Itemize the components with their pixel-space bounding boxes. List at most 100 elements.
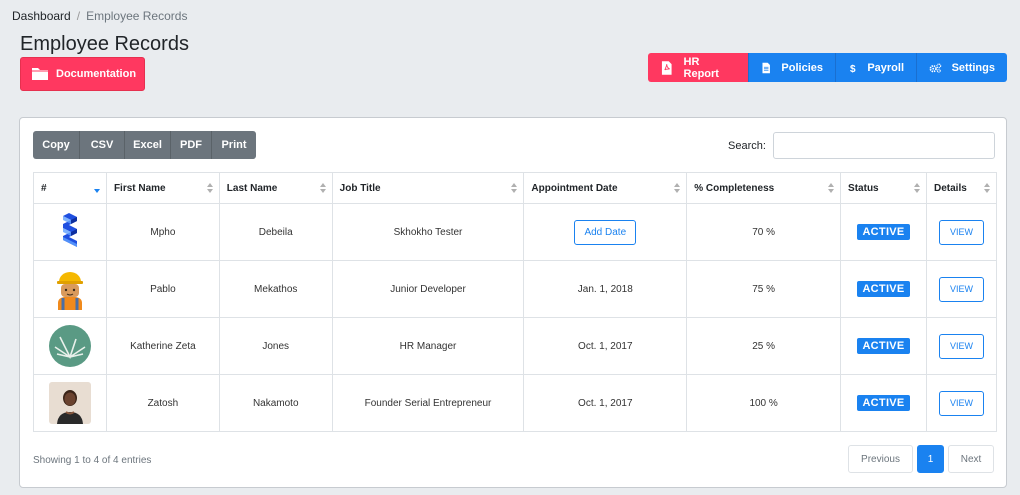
pdf-file-icon <box>661 60 672 75</box>
column-header-appointment-date[interactable]: Appointment Date <box>523 172 688 204</box>
csv-button[interactable]: CSV <box>80 131 125 159</box>
first-name-cell: Zatosh <box>105 374 220 432</box>
export-button-group: Copy CSV Excel PDF Print <box>33 131 256 159</box>
status-badge: ACTIVE <box>857 224 910 240</box>
copy-button[interactable]: Copy <box>33 131 80 159</box>
add-date-button[interactable]: Add Date <box>574 219 637 245</box>
hr-report-button[interactable]: HR Report <box>648 53 748 82</box>
dollar-icon: $ <box>850 63 856 74</box>
search-area: Search: <box>728 132 995 159</box>
view-button[interactable]: VIEW <box>938 390 984 416</box>
job-title-cell: HR Manager <box>331 317 525 375</box>
print-button[interactable]: Print <box>212 131 256 159</box>
first-name-cell: Katherine Zeta <box>105 317 220 375</box>
document-icon <box>762 62 770 73</box>
sort-icon <box>206 183 213 193</box>
avatar-cell <box>33 317 107 375</box>
column-header-job-title[interactable]: Job Title <box>331 172 525 204</box>
status-badge: ACTIVE <box>857 395 910 411</box>
payroll-label: Payroll <box>867 61 904 74</box>
breadcrumb-separator: / <box>76 9 81 23</box>
breadcrumb: Dashboard / Employee Records <box>12 9 187 23</box>
job-title-cell: Founder Serial Entrepreneur <box>331 374 525 432</box>
table-row: Katherine Zeta Jones HR Manager Oct. 1, … <box>33 317 998 375</box>
breadcrumb-dashboard-link[interactable]: Dashboard <box>12 9 71 23</box>
avatar-cell <box>33 260 107 318</box>
breadcrumb-current: Employee Records <box>86 9 188 23</box>
documentation-button-label: Documentation <box>56 68 137 80</box>
status-badge: ACTIVE <box>857 338 910 354</box>
settings-button[interactable]: Settings <box>916 53 1007 82</box>
column-header-status[interactable]: Status <box>840 172 927 204</box>
last-name-cell: Nakamoto <box>218 374 333 432</box>
completeness-cell: 100 % <box>686 374 842 432</box>
completeness-cell: 70 % <box>686 203 842 261</box>
policies-label: Policies <box>781 61 823 74</box>
previous-page-button[interactable]: Previous <box>848 445 913 473</box>
search-input[interactable] <box>772 132 995 159</box>
table-info: Showing 1 to 4 of 4 entries <box>33 455 152 466</box>
view-button[interactable]: VIEW <box>938 219 984 245</box>
gears-icon <box>929 62 942 73</box>
column-header-completeness[interactable]: % Completeness <box>686 172 842 204</box>
completeness-cell: 75 % <box>686 260 842 318</box>
status-cell: ACTIVE <box>840 374 927 432</box>
aloe-plant-avatar-icon <box>48 325 91 367</box>
column-header-status-label: Status <box>848 182 879 194</box>
svg-text:$: $ <box>850 63 856 74</box>
job-title-cell: Skhokho Tester <box>331 203 525 261</box>
sort-icon <box>674 183 681 193</box>
sort-icon <box>828 183 835 193</box>
details-cell: VIEW <box>925 317 998 375</box>
status-badge: ACTIVE <box>857 281 910 297</box>
details-cell: VIEW <box>925 203 998 261</box>
documentation-button[interactable]: Documentation <box>20 57 145 91</box>
settings-label: Settings <box>951 61 995 74</box>
appointment-date-cell: Oct. 1, 2017 <box>523 374 688 432</box>
appointment-date-cell: Oct. 1, 2017 <box>523 317 688 375</box>
avatar-cell <box>33 203 107 261</box>
view-button[interactable]: VIEW <box>938 333 984 359</box>
sort-descending-icon <box>93 183 100 193</box>
policies-button[interactable]: Policies <box>748 53 835 82</box>
column-header-first-name[interactable]: First Name <box>105 172 220 204</box>
first-name-cell: Pablo <box>105 260 220 318</box>
sort-icon <box>913 183 920 193</box>
last-name-cell: Mekathos <box>218 260 333 318</box>
view-button[interactable]: VIEW <box>938 276 984 302</box>
page-title: Employee Records <box>20 33 189 55</box>
column-header-number[interactable]: # <box>33 172 107 204</box>
top-action-group: HR Report Policies $ Payroll Settings <box>648 53 1007 82</box>
folder-icon <box>32 68 48 80</box>
last-name-cell: Jones <box>218 317 333 375</box>
construction-worker-avatar-icon <box>56 272 83 310</box>
table-row: Pablo Mekathos Junior Developer Jan. 1, … <box>33 260 998 318</box>
page-1-button[interactable]: 1 <box>917 445 944 473</box>
column-header-last-name[interactable]: Last Name <box>218 172 333 204</box>
completeness-cell: 25 % <box>686 317 842 375</box>
table-row: Zatosh Nakamoto Founder Serial Entrepren… <box>33 374 998 432</box>
employee-records-card: Copy CSV Excel PDF Print Search: # First… <box>19 117 1007 488</box>
column-header-completeness-label: % Completeness <box>694 182 775 194</box>
appointment-date-cell: Add Date <box>523 203 688 261</box>
avatar-cell <box>33 374 107 432</box>
column-header-details-label: Details <box>933 182 967 194</box>
pdf-button[interactable]: PDF <box>171 131 212 159</box>
sort-icon <box>984 183 990 193</box>
person-photo-avatar <box>48 382 91 424</box>
column-header-number-label: # <box>41 182 47 194</box>
next-page-button[interactable]: Next <box>948 445 994 473</box>
status-cell: ACTIVE <box>840 317 927 375</box>
hr-report-label: HR Report <box>683 55 719 80</box>
sort-icon <box>511 183 518 193</box>
column-header-first-name-label: First Name <box>113 182 166 194</box>
details-cell: VIEW <box>925 260 998 318</box>
sort-icon <box>319 183 326 193</box>
search-label: Search: <box>728 139 766 152</box>
payroll-button[interactable]: $ Payroll <box>835 53 916 82</box>
status-cell: ACTIVE <box>840 260 927 318</box>
job-title-cell: Junior Developer <box>331 260 525 318</box>
excel-button[interactable]: Excel <box>125 131 171 159</box>
column-header-details[interactable]: Details <box>925 172 998 204</box>
pagination: Previous 1 Next <box>848 445 994 473</box>
